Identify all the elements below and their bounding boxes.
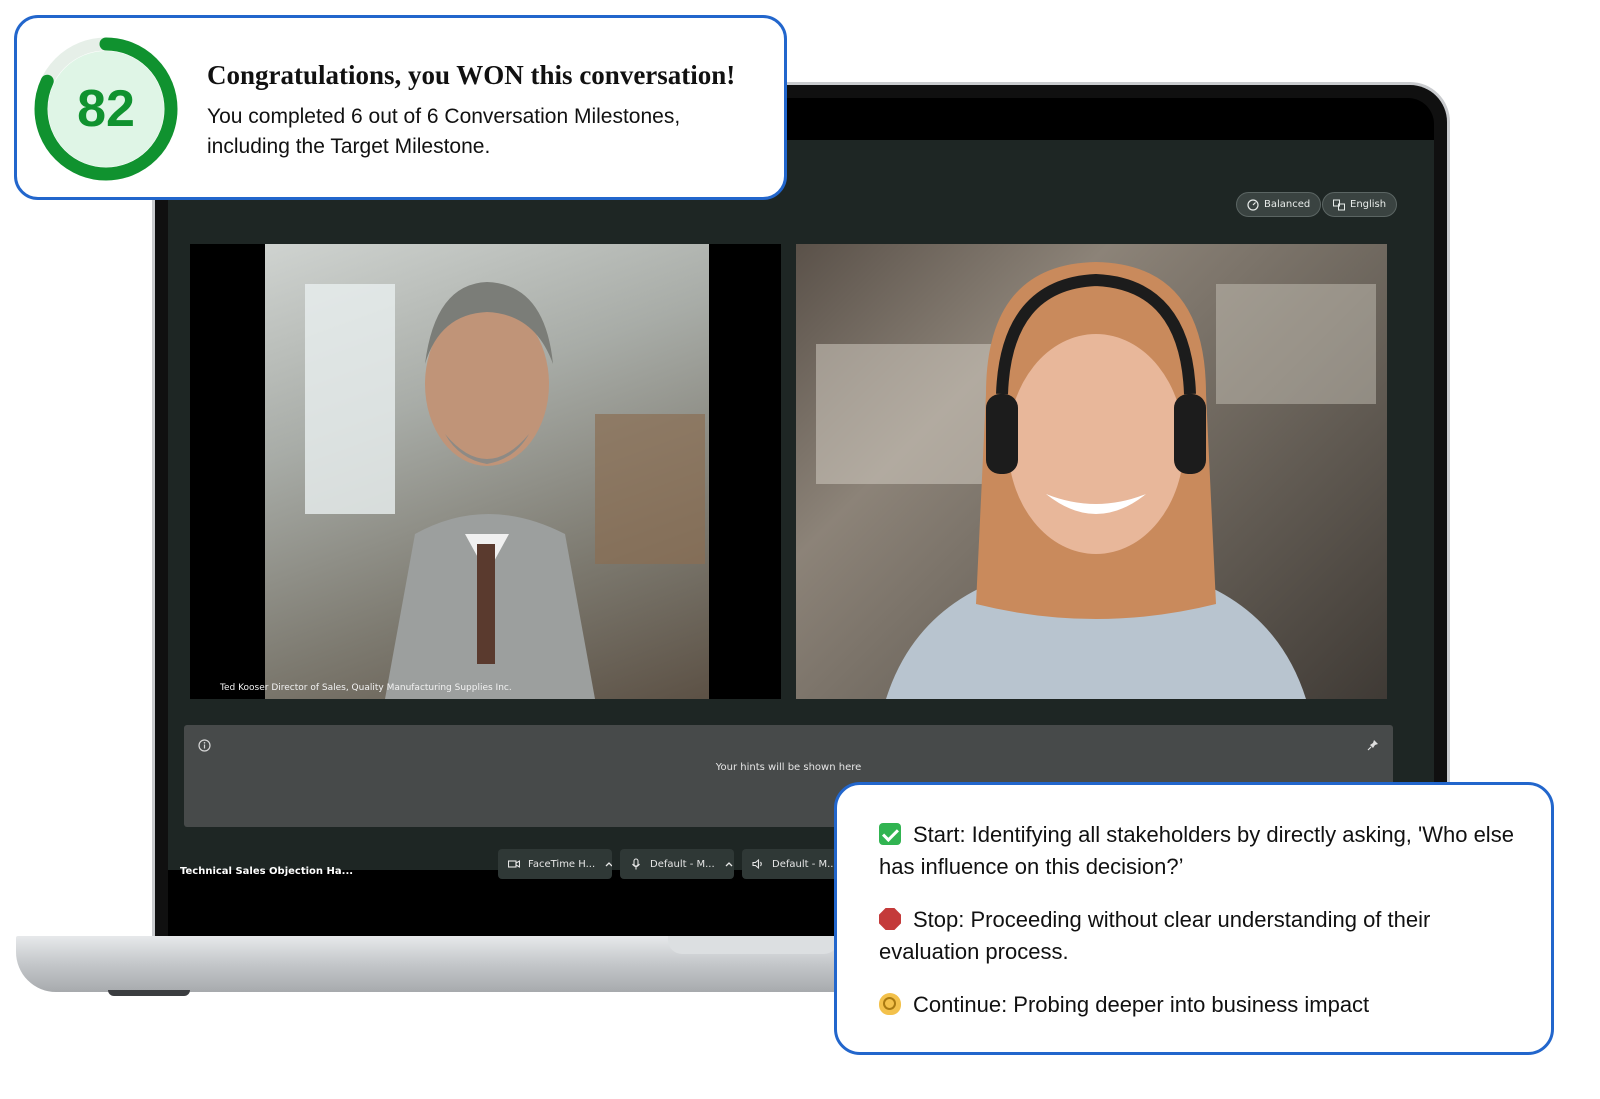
avatar-person-image — [305, 282, 705, 699]
chevron-up-icon — [605, 862, 612, 867]
score-card: 82 Congratulations, you WON this convers… — [14, 15, 787, 200]
laptop-foot — [108, 990, 190, 996]
microphone-icon — [632, 858, 640, 870]
feedback-continue: Continue: Probing deeper into business i… — [879, 989, 1521, 1021]
speaker-label: Default - M... — [772, 858, 837, 870]
ok-hand-icon — [879, 993, 901, 1015]
stop-sign-icon — [879, 908, 901, 930]
avatar-caption: Ted Kooser Director of Sales, Quality Ma… — [220, 683, 512, 693]
feedback-start-text: Start: Identifying all stakeholders by d… — [879, 822, 1514, 879]
laptop-notch — [668, 936, 838, 954]
camera-icon — [508, 860, 520, 868]
translate-icon — [1333, 199, 1345, 210]
camera-label: FaceTime H... — [528, 858, 596, 870]
check-icon — [879, 823, 901, 845]
score-title: Congratulations, you WON this conversati… — [207, 60, 736, 90]
avatar-video-frame — [265, 244, 709, 699]
score-value: 82 — [77, 80, 135, 138]
feedback-stop-text: Stop: Proceeding without clear understan… — [879, 907, 1431, 964]
mode-button[interactable]: Balanced — [1236, 192, 1322, 217]
score-subtitle: You completed 6 out of 6 Conversation Mi… — [207, 105, 681, 158]
avatar-video-tile: Ted Kooser Director of Sales, Quality Ma… — [190, 244, 781, 699]
video-call-app: Balanced English Ted Kooser Director of … — [168, 140, 1434, 879]
speaker-icon — [752, 858, 762, 870]
feedback-continue-text: Continue: Probing deeper into business i… — [913, 992, 1370, 1017]
mode-label: Balanced — [1264, 199, 1311, 210]
language-button[interactable]: English — [1322, 192, 1398, 217]
hints-placeholder: Your hints will be shown here — [715, 762, 862, 773]
speaker-select-button[interactable]: Default - M... — [742, 849, 838, 879]
pin-icon[interactable] — [1367, 739, 1379, 751]
user-video-tile — [796, 244, 1387, 699]
camera-select-button[interactable]: FaceTime H... — [498, 849, 612, 879]
feedback-stop: Stop: Proceeding without clear understan… — [879, 904, 1521, 968]
chevron-up-icon — [725, 862, 733, 867]
feedback-card: Start: Identifying all stakeholders by d… — [834, 782, 1554, 1055]
info-icon[interactable] — [198, 739, 211, 752]
gauge-icon — [1247, 198, 1259, 211]
microphone-label: Default - M... — [650, 858, 715, 870]
language-label: English — [1350, 199, 1387, 210]
feedback-start: Start: Identifying all stakeholders by d… — [879, 819, 1521, 883]
microphone-select-button[interactable]: Default - M... — [620, 849, 734, 879]
meeting-title: Technical Sales Objection Ha... — [180, 866, 354, 877]
user-person-image — [816, 262, 1376, 699]
